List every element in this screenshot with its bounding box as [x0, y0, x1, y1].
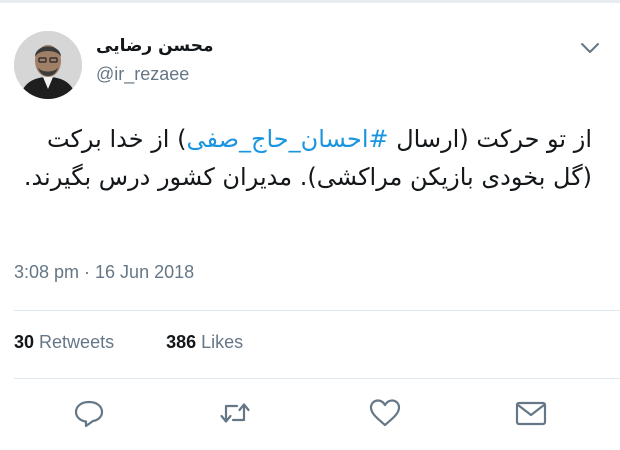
action-bar [0, 395, 620, 435]
tweet-stats: 30 Retweets 386 Likes [14, 332, 243, 353]
top-border [0, 0, 620, 3]
likes-stat[interactable]: 386 Likes [166, 332, 243, 353]
tweet-text: از تو حرکت (ارسال #احسان_حاج_صفی) از خدا… [22, 120, 592, 196]
chevron-down-icon[interactable] [578, 38, 602, 58]
hashtag-link[interactable]: #احسان_حاج_صفی [186, 125, 388, 153]
likes-count: 386 [166, 332, 197, 352]
heart-icon[interactable] [367, 395, 403, 431]
tweet-timestamp[interactable]: 3:08 pm · 16 Jun 2018 [14, 262, 194, 283]
retweet-icon[interactable] [217, 395, 253, 431]
envelope-icon[interactable] [513, 395, 549, 431]
retweets-stat[interactable]: 30 Retweets [14, 332, 114, 353]
divider-top [14, 310, 620, 311]
divider-bottom [14, 378, 620, 379]
reply-icon[interactable] [71, 395, 107, 431]
display-name[interactable]: محسن رضایی [96, 36, 213, 56]
likes-label: Likes [201, 332, 244, 352]
retweets-label: Retweets [39, 332, 115, 352]
tweet-text-part-1: از تو حرکت (ارسال [388, 125, 592, 153]
retweets-count: 30 [14, 332, 35, 352]
avatar[interactable] [14, 31, 82, 99]
user-handle[interactable]: @ir_rezaee [96, 64, 189, 85]
